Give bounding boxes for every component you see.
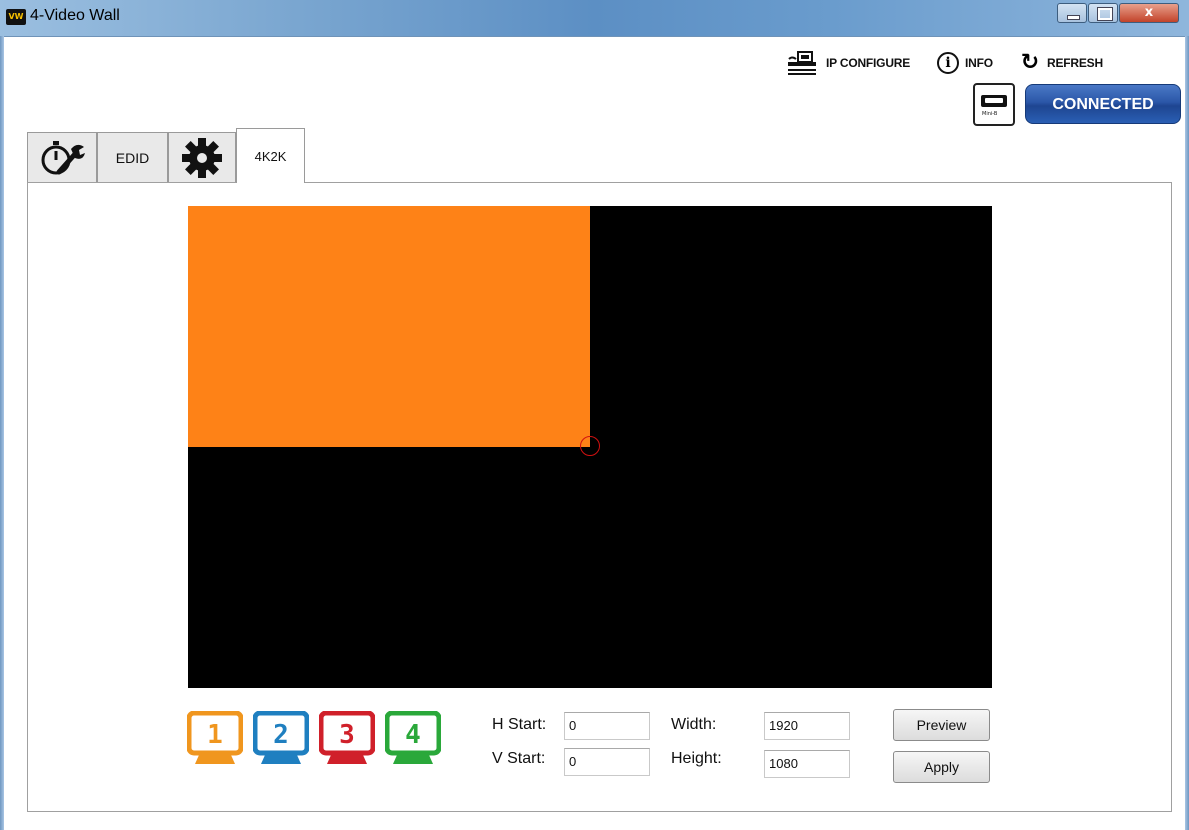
width-input[interactable]: 1920 [764,712,850,740]
maximize-button[interactable] [1088,3,1118,23]
window-frame-right [1185,36,1189,830]
minimize-button[interactable] [1057,3,1087,23]
monitor-2-number: 2 [273,720,289,750]
monitor-1-number: 1 [207,720,223,750]
window-title: 4-Video Wall [30,7,120,24]
app-window: VW 4-Video Wall x IP CONFIGURE i INFO ↻ … [0,0,1189,830]
monitor-3-number: 3 [339,720,355,750]
title-bar[interactable]: VW 4-Video Wall x [0,0,1189,37]
monitor-icon: 4 [385,711,441,764]
v-start-input[interactable]: 0 [564,748,650,776]
preview-button[interactable]: Preview [893,709,990,741]
monitor-icon: 3 [319,711,375,764]
info-label: INFO [965,56,993,70]
tab-settings[interactable] [168,132,236,182]
usb-connection-button[interactable]: Mini-B [973,83,1015,126]
app-logo-icon: VW [6,9,26,25]
tab-tools[interactable] [27,132,97,182]
info-button[interactable]: i INFO [937,50,993,76]
stopwatch-wrench-icon [41,140,85,174]
usb-port-label: Mini-B [982,111,998,117]
monitor-3-button[interactable]: 3 [319,711,375,765]
refresh-button[interactable]: ↻ REFRESH [1019,50,1103,76]
monitor-icon: 1 [187,711,243,764]
network-device-icon [788,51,816,75]
video-wall-canvas[interactable] [188,206,992,688]
apply-button[interactable]: Apply [893,751,990,783]
height-input[interactable]: 1080 [764,750,850,778]
height-label: Height: [671,750,722,767]
resize-handle[interactable] [580,436,600,456]
monitor-2-button[interactable]: 2 [253,711,309,765]
refresh-icon: ↻ [1020,50,1040,75]
monitor-4-button[interactable]: 4 [385,711,441,765]
monitor-icon: 2 [253,711,309,764]
width-label: Width: [671,716,717,733]
tab-edid[interactable]: EDID [97,132,168,182]
info-icon: i [937,52,959,74]
connection-status-button[interactable]: CONNECTED [1025,84,1181,124]
h-start-input[interactable]: 0 [564,712,650,740]
tab-4k2k[interactable]: 4K2K [236,128,305,183]
window-frame-left [0,36,4,830]
output-region[interactable] [188,206,590,447]
ip-configure-button[interactable]: IP CONFIGURE [786,50,910,76]
v-start-label: V Start: [492,750,546,767]
ip-configure-label: IP CONFIGURE [826,56,911,70]
h-start-label: H Start: [492,716,547,733]
gear-icon [182,137,222,178]
refresh-label: REFRESH [1047,56,1103,70]
close-button[interactable]: x [1119,3,1179,23]
usb-mini-b-icon [981,95,1007,107]
monitor-1-button[interactable]: 1 [187,711,243,765]
monitor-4-number: 4 [405,720,421,750]
